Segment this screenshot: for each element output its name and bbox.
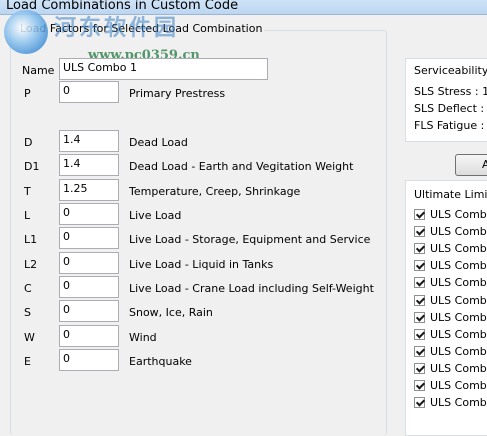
factor-code-label: D [24, 136, 33, 149]
factor-value-field[interactable]: 1.4 [59, 130, 119, 152]
uls-combo-checkbox[interactable] [414, 345, 426, 357]
factor-description: Temperature, Creep, Shrinkage [129, 185, 301, 198]
uls-combo-checkbox[interactable] [414, 362, 426, 374]
uls-combo-label: ULS Combo [430, 293, 487, 307]
uls-combo-checkbox[interactable] [414, 277, 426, 289]
checkmark-icon [415, 363, 426, 373]
factor-code-label: L2 [24, 258, 38, 271]
fls-fatigue-row[interactable]: FLS Fatigue : 1 [414, 119, 487, 132]
factor-code-label: E [24, 355, 31, 368]
factor-value-field[interactable]: 0 [59, 300, 119, 322]
factor-value-field[interactable]: 0 [59, 227, 119, 249]
uls-combo-checkbox[interactable] [414, 397, 426, 409]
uls-combo-checkbox[interactable] [414, 380, 426, 391]
uls-combo-checkbox[interactable] [414, 243, 426, 255]
uls-combo-label: ULS Combo [430, 225, 487, 239]
name-label: Name [22, 64, 55, 77]
uls-combo-label: ULS Combo [430, 242, 487, 256]
checkmark-icon [415, 226, 426, 236]
add-button[interactable]: A [455, 154, 487, 176]
factor-value-field[interactable]: 0 [59, 203, 119, 225]
factor-description: Live Load [129, 209, 182, 222]
factor-description: Wind [129, 331, 157, 344]
uls-combo-checkbox[interactable] [414, 209, 426, 220]
factor-description: Snow, Ice, Rain [129, 306, 213, 319]
uls-combo-label: ULS Combo [430, 327, 487, 341]
uls-combo-label: ULS Combo [430, 379, 487, 392]
checkmark-icon [415, 277, 426, 287]
uls-combo-checkbox[interactable] [414, 226, 426, 238]
factor-description: Live Load - Liquid in Tanks [129, 258, 274, 271]
factor-value-field[interactable]: 1.4 [59, 154, 119, 176]
uls-combo-checkbox[interactable] [414, 311, 426, 323]
checkmark-icon [415, 380, 426, 390]
uls-combo-checkbox[interactable] [414, 260, 426, 272]
factor-code-label: L [24, 209, 31, 222]
checkmark-icon [415, 346, 426, 356]
factor-description: Dead Load [129, 136, 188, 149]
factor-description: Live Load - Storage, Equipment and Servi… [129, 233, 371, 246]
uls-combo-label: ULS Combo [430, 396, 487, 410]
factor-code-label: S [24, 306, 31, 319]
checkmark-icon [415, 209, 426, 219]
factor-description: Live Load - Crane Load including Self-We… [129, 282, 374, 295]
uls-combo-label: ULS Combo [430, 344, 487, 358]
watermark-text: 河东软件园 [54, 16, 180, 41]
factor-code-label: W [24, 331, 35, 344]
factor-description: Earthquake [129, 355, 192, 368]
factor-value-field[interactable]: 0 [59, 252, 119, 274]
factor-code-label: D1 [24, 160, 40, 173]
factor-code-label: T [24, 185, 31, 198]
combination-name-field[interactable]: ULS Combo 1 [59, 58, 268, 80]
factor-code-label: C [24, 282, 32, 295]
uls-combo-label: ULS Combo [430, 208, 487, 221]
ultimate-limit-title: Ultimate Limit S [414, 188, 487, 201]
checkmark-icon [415, 397, 426, 407]
factor-value-field[interactable]: 1.25 [59, 179, 119, 201]
checkmark-icon [415, 243, 426, 253]
uls-combo-label: ULS Combo [430, 259, 487, 273]
uls-combo-checkbox[interactable] [414, 328, 426, 340]
serviceability-title: Serviceability Li [414, 64, 487, 77]
factor-description: Primary Prestress [129, 87, 226, 100]
checkmark-icon [415, 311, 426, 322]
checkmark-icon [415, 260, 426, 270]
uls-combo-label: ULS Combo [430, 310, 487, 324]
factor-code-label: P [24, 87, 31, 100]
checkmark-icon [415, 329, 426, 339]
factor-code-label: L1 [24, 233, 38, 246]
uls-combo-checkbox[interactable] [414, 294, 426, 306]
uls-combo-label: ULS Combo [430, 361, 487, 375]
factor-description: Dead Load - Earth and Vegitation Weight [129, 160, 354, 173]
uls-combo-label: ULS Combo [430, 276, 487, 290]
sls-stress-row[interactable]: SLS Stress : 1 [414, 85, 487, 98]
checkmark-icon [415, 294, 426, 305]
watermark-logo-icon [4, 10, 48, 54]
sls-deflect-row[interactable]: SLS Deflect : 1 [414, 102, 487, 115]
factor-value-field[interactable]: 0 [59, 325, 119, 347]
factor-value-field[interactable]: 0 [59, 81, 119, 103]
factor-value-field[interactable]: 0 [59, 276, 119, 298]
factor-value-field[interactable]: 0 [59, 349, 119, 371]
